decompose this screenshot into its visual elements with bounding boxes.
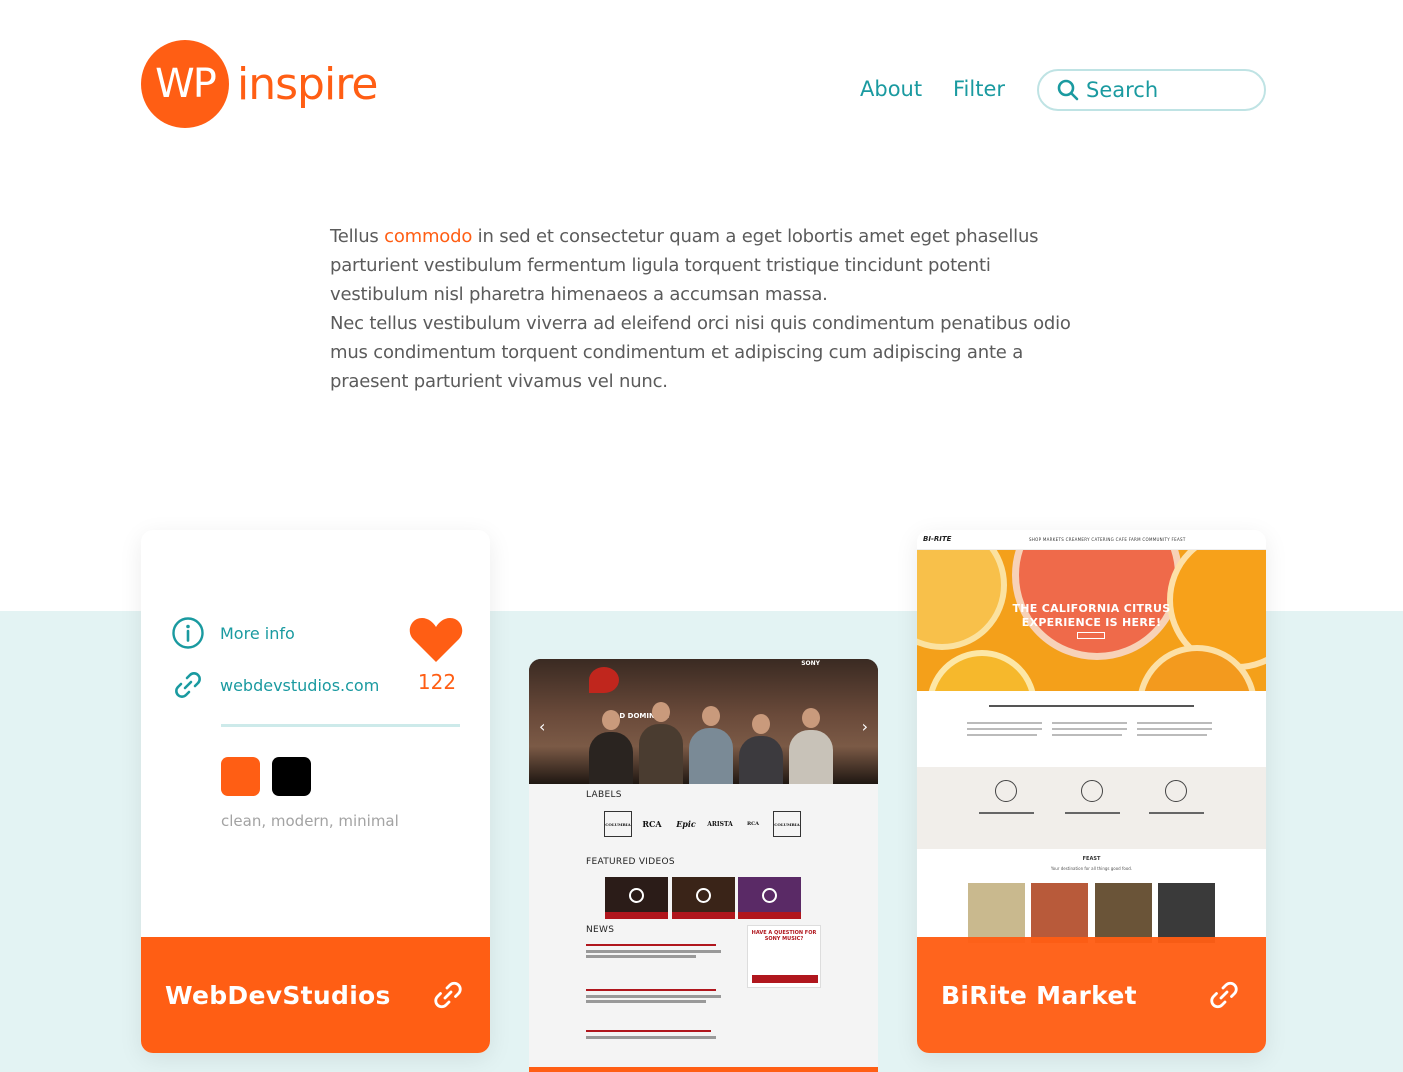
hero-button[interactable] xyxy=(1077,632,1105,639)
logo-mark: WP xyxy=(141,40,229,128)
feast-heading: FEAST xyxy=(1082,856,1101,862)
labels-heading: LABELS xyxy=(586,790,622,800)
card-title[interactable]: WebDevStudios xyxy=(165,981,391,1010)
intro-paragraph-1: Tellus commodo in sed et consectetur qua… xyxy=(330,222,1090,309)
birite-tagline xyxy=(989,705,1194,707)
website-link[interactable]: webdevstudios.com xyxy=(220,676,379,695)
site-card-birite-market[interactable]: BI-RITE SHOP MARKETS CREAMERY CATERING C… xyxy=(917,530,1266,1053)
hero-text-line-2: EXPERIENCE IS HERE! xyxy=(1021,616,1162,629)
search-input[interactable] xyxy=(1086,78,1246,102)
external-link-icon[interactable] xyxy=(1206,977,1242,1013)
band-photo xyxy=(589,702,833,784)
label-logo[interactable]: COLUMBIA xyxy=(604,811,632,837)
text-line xyxy=(1065,812,1120,814)
card-title[interactable]: BiRite Market xyxy=(941,981,1137,1010)
label-logo[interactable]: RCA xyxy=(636,811,668,837)
question-title: HAVE A QUESTION FOR SONY MUSIC? xyxy=(751,930,817,942)
news-text xyxy=(586,995,721,998)
logo[interactable]: WP inspire xyxy=(141,40,378,128)
label-logo[interactable]: ARISTA xyxy=(704,811,736,837)
birite-hero-text: THE CALIFORNIA CITRUS EXPERIENCE IS HERE… xyxy=(917,602,1266,630)
news-heading: NEWS xyxy=(586,925,615,935)
text-line xyxy=(1052,722,1127,724)
video-thumbnail[interactable] xyxy=(605,877,668,919)
external-link-icon[interactable] xyxy=(430,977,466,1013)
sony-wordmark: SONY xyxy=(801,660,820,667)
news-text xyxy=(586,1000,706,1003)
card-footer[interactable]: BiRite Market xyxy=(917,937,1266,1053)
food-photo[interactable] xyxy=(1031,883,1088,943)
play-icon xyxy=(696,888,711,903)
text-line xyxy=(967,722,1042,724)
faq-button[interactable] xyxy=(752,975,818,983)
play-icon xyxy=(762,888,777,903)
feast-subheading: Your destination for all things good foo… xyxy=(1050,866,1133,871)
site-card-sony-music[interactable]: SONY OLD DOMINION ‹ › LABELS COLUMBIA RC… xyxy=(529,659,878,1072)
more-info-row[interactable]: More info xyxy=(171,616,295,650)
news-text xyxy=(586,955,696,958)
search-box[interactable] xyxy=(1037,69,1266,111)
info-icon xyxy=(172,617,204,649)
sony-bottom-bar xyxy=(529,1067,878,1072)
link-icon xyxy=(175,672,201,698)
text-line xyxy=(1137,734,1207,736)
label-logo[interactable]: Epic xyxy=(671,811,701,837)
label-logo[interactable]: COLUMBIA xyxy=(773,811,801,837)
videos-heading: FEATURED VIDEOS xyxy=(586,857,675,867)
sony-music-logo xyxy=(589,667,619,693)
news-text xyxy=(586,950,721,953)
intro-highlight: commodo xyxy=(384,226,473,247)
text-line xyxy=(1137,722,1212,724)
site-card-webdevstudios[interactable]: More info webdevstudios.com 122 clean, m… xyxy=(141,530,490,1053)
logo-mark-text: WP xyxy=(155,61,217,107)
style-tags: clean, modern, minimal xyxy=(221,812,399,830)
news-text xyxy=(586,1036,716,1039)
card-footer[interactable]: WebDevStudios xyxy=(141,937,490,1053)
intro-text: Tellus commodo in sed et consectetur qua… xyxy=(330,222,1090,396)
more-info-link[interactable]: More info xyxy=(220,624,295,643)
slider-next-icon[interactable]: › xyxy=(862,717,868,736)
search-icon xyxy=(1057,79,1079,101)
grocery-bag-icon xyxy=(995,780,1017,802)
birite-hero-image: THE CALIFORNIA CITRUS EXPERIENCE IS HERE… xyxy=(917,550,1266,691)
nav-about[interactable]: About xyxy=(860,77,922,101)
play-icon xyxy=(629,888,644,903)
dish-icon xyxy=(1165,780,1187,802)
question-box[interactable]: HAVE A QUESTION FOR SONY MUSIC? xyxy=(747,925,821,988)
color-swatch-black xyxy=(272,757,311,796)
logo-wordmark: inspire xyxy=(237,58,378,110)
food-photo[interactable] xyxy=(1158,883,1215,943)
like-count: 122 xyxy=(417,670,457,694)
news-headline[interactable] xyxy=(586,989,716,991)
food-photo[interactable] xyxy=(1095,883,1152,943)
nav-filter[interactable]: Filter xyxy=(953,77,1005,101)
news-headline[interactable] xyxy=(586,1030,711,1032)
news-headline[interactable] xyxy=(586,944,716,946)
text-line xyxy=(1052,734,1122,736)
video-thumbnail[interactable] xyxy=(672,877,735,919)
color-swatch-orange xyxy=(221,757,260,796)
slider-prev-icon[interactable]: ‹ xyxy=(539,717,545,736)
text-line xyxy=(967,728,1042,730)
label-logo[interactable]: RCA xyxy=(740,811,766,837)
birite-brand: BI-RITE xyxy=(923,535,952,543)
hero-text-line-1: THE CALIFORNIA CITRUS xyxy=(1012,602,1171,615)
heart-icon[interactable] xyxy=(409,616,463,664)
text-line xyxy=(1149,812,1204,814)
produce-icon xyxy=(1081,780,1103,802)
intro-paragraph-2: Nec tellus vestibulum viverra ad eleifen… xyxy=(330,313,1071,392)
birite-nav: BI-RITE SHOP MARKETS CREAMERY CATERING C… xyxy=(917,530,1266,550)
text-line xyxy=(1137,728,1212,730)
sony-hero-image: SONY OLD DOMINION ‹ › xyxy=(529,659,878,784)
website-row[interactable]: webdevstudios.com xyxy=(171,668,379,702)
intro-prefix: Tellus xyxy=(330,226,385,247)
text-line xyxy=(1052,728,1127,730)
divider xyxy=(221,724,460,727)
food-photo[interactable] xyxy=(968,883,1025,943)
text-line xyxy=(979,812,1034,814)
text-line xyxy=(967,734,1037,736)
birite-nav-links: SHOP MARKETS CREAMERY CATERING CAFE FARM… xyxy=(1029,537,1186,542)
video-thumbnail[interactable] xyxy=(738,877,801,919)
